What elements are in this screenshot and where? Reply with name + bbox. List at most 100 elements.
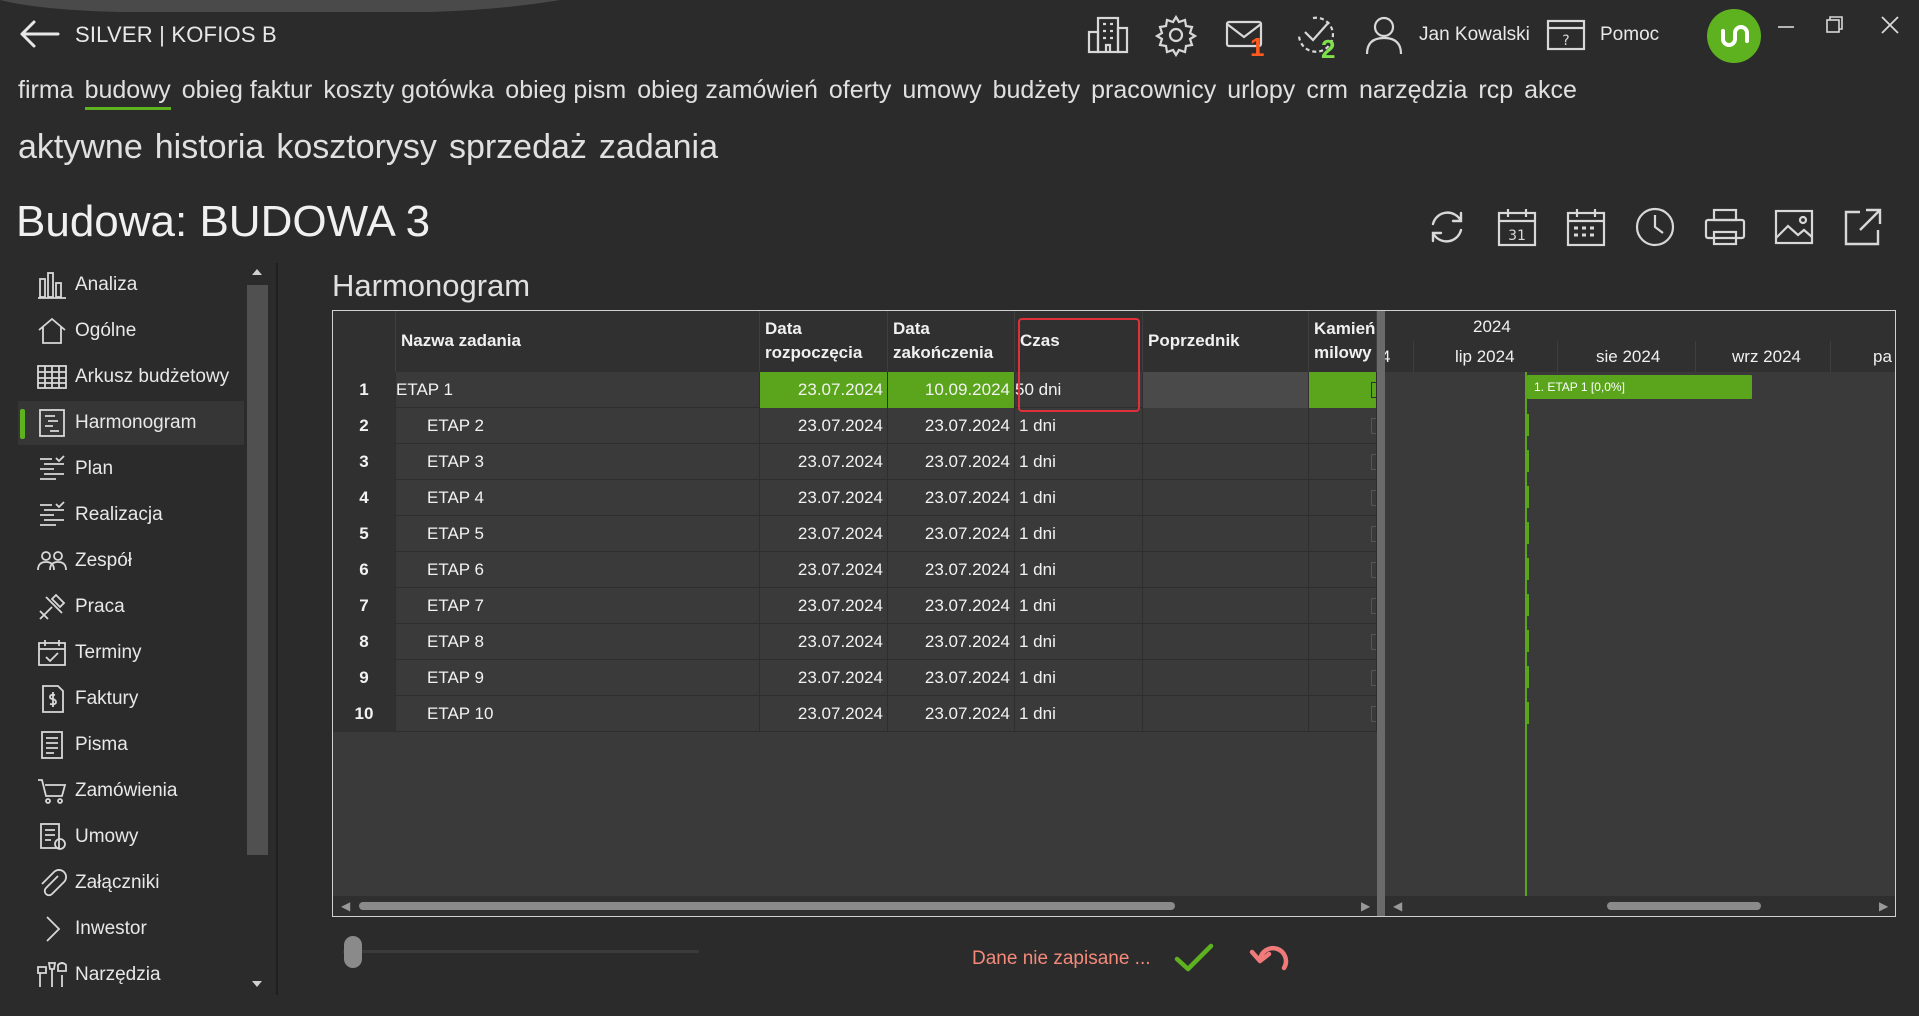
main-menu-item[interactable]: crm [1306, 76, 1348, 105]
undo-icon[interactable] [1248, 938, 1292, 978]
sidebar-item-plan[interactable]: Plan [18, 447, 244, 491]
table-row[interactable]: 6 ETAP 6 23.07.2024 23.07.2024 1 dni [333, 552, 1377, 588]
cell-no[interactable]: 1 [333, 372, 396, 408]
cell-end[interactable]: 23.07.2024 [888, 660, 1015, 696]
sidebar-item-harmonogram[interactable]: Harmonogram [18, 401, 244, 445]
sidebar-item-terminy[interactable]: Terminy [18, 631, 244, 675]
sidebar-item-inwestor[interactable]: Inwestor [18, 907, 244, 951]
gantt-task-marker[interactable] [1525, 702, 1529, 724]
cell-pred[interactable] [1143, 480, 1309, 516]
sidebar-item-umowy[interactable]: Umowy [18, 815, 244, 859]
cell-no[interactable]: 4 [333, 480, 396, 516]
header-start-date[interactable]: Data rozpoczęcia [760, 311, 888, 372]
cell-duration[interactable]: 1 dni [1015, 660, 1143, 696]
building-icon[interactable] [1085, 12, 1131, 58]
calendar-grid-icon[interactable] [1563, 204, 1609, 250]
zoom-slider-thumb[interactable] [344, 936, 362, 968]
table-hscroll-thumb[interactable] [359, 902, 1175, 910]
cell-name[interactable]: ETAP 5 [396, 516, 760, 552]
cell-duration[interactable]: 1 dni [1015, 696, 1143, 732]
main-menu-item[interactable]: obieg zamówień [637, 76, 818, 105]
cell-name[interactable]: ETAP 2 [396, 408, 760, 444]
main-menu-item[interactable]: umowy [902, 76, 981, 105]
save-check-icon[interactable] [1172, 938, 1216, 978]
image-icon[interactable] [1771, 204, 1817, 250]
cell-start[interactable]: 23.07.2024 [760, 444, 888, 480]
sidebar-item-ogólne[interactable]: Ogólne [18, 309, 244, 353]
main-menu-item[interactable]: firma [18, 76, 74, 105]
cell-pred[interactable] [1143, 588, 1309, 624]
gantt-scroll-left-icon[interactable]: ◀ [1393, 899, 1402, 913]
help-icon[interactable]: ? [1543, 12, 1589, 58]
main-menu-item[interactable]: akce [1524, 76, 1577, 105]
sidebar-item-praca[interactable]: Praca [18, 585, 244, 629]
cell-pred[interactable] [1143, 444, 1309, 480]
table-row[interactable]: 9 ETAP 9 23.07.2024 23.07.2024 1 dni [333, 660, 1377, 696]
cell-start[interactable]: 23.07.2024 [760, 408, 888, 444]
cell-start[interactable]: 23.07.2024 [760, 516, 888, 552]
gear-icon[interactable] [1153, 12, 1199, 58]
sidebar-item-arkusz-budżetowy[interactable]: Arkusz budżetowy [18, 355, 244, 399]
cell-end[interactable]: 10.09.2024 [888, 372, 1015, 408]
cell-name[interactable]: ETAP 1 [396, 372, 760, 408]
minimize-icon[interactable] [1768, 10, 1804, 40]
gantt-hscroll-thumb[interactable] [1607, 902, 1761, 910]
cell-no[interactable]: 3 [333, 444, 396, 480]
cell-pred[interactable] [1143, 660, 1309, 696]
cell-no[interactable]: 7 [333, 588, 396, 624]
cell-duration[interactable]: 1 dni [1015, 516, 1143, 552]
cell-end[interactable]: 23.07.2024 [888, 408, 1015, 444]
cell-start[interactable]: 23.07.2024 [760, 696, 888, 732]
sub-menu-item[interactable]: sprzedaż [449, 128, 587, 167]
cell-start[interactable]: 23.07.2024 [760, 552, 888, 588]
cell-start[interactable]: 23.07.2024 [760, 624, 888, 660]
sidebar-item-pisma[interactable]: Pisma [18, 723, 244, 767]
main-menu-item[interactable]: obieg pism [505, 76, 626, 105]
cell-no[interactable]: 5 [333, 516, 396, 552]
cell-duration[interactable]: 1 dni [1015, 624, 1143, 660]
main-menu-item[interactable]: oferty [829, 76, 892, 105]
close-icon[interactable] [1872, 10, 1908, 40]
cell-mile[interactable] [1309, 552, 1377, 588]
scroll-up-icon[interactable] [252, 269, 262, 275]
tasks-check-icon[interactable]: 2 [1293, 12, 1339, 64]
user-icon[interactable] [1361, 12, 1407, 58]
gantt-task-marker[interactable] [1525, 558, 1529, 580]
sidebar-scroll-thumb[interactable] [247, 285, 268, 855]
cell-pred[interactable] [1143, 516, 1309, 552]
cell-start[interactable]: 23.07.2024 [760, 372, 888, 408]
sidebar-item-załączniki[interactable]: Załączniki [18, 861, 244, 905]
cell-mile[interactable] [1309, 588, 1377, 624]
cell-mile[interactable] [1309, 444, 1377, 480]
header-milestone[interactable]: Kamień milowy [1309, 311, 1377, 372]
main-menu-item[interactable]: koszty gotówka [323, 76, 494, 105]
sidebar-item-analiza[interactable]: Analiza [18, 263, 244, 307]
cell-name[interactable]: ETAP 3 [396, 444, 760, 480]
gantt-hscrollbar[interactable]: ◀ ▶ [1385, 896, 1895, 916]
sidebar-item-zespół[interactable]: Zespół [18, 539, 244, 583]
cell-name[interactable]: ETAP 4 [396, 480, 760, 516]
cell-start[interactable]: 23.07.2024 [760, 480, 888, 516]
cell-name[interactable]: ETAP 7 [396, 588, 760, 624]
grid-splitter[interactable] [1377, 311, 1385, 916]
sidebar-item-faktury[interactable]: Faktury [18, 677, 244, 721]
cell-end[interactable]: 23.07.2024 [888, 588, 1015, 624]
header-end-date[interactable]: Data zakończenia [888, 311, 1015, 372]
header-task-name[interactable]: Nazwa zadania [396, 311, 760, 372]
scroll-down-icon[interactable] [252, 981, 262, 987]
sub-menu-item[interactable]: zadania [599, 128, 718, 167]
back-arrow-icon[interactable] [18, 18, 60, 50]
cell-no[interactable]: 8 [333, 624, 396, 660]
cell-duration[interactable]: 1 dni [1015, 480, 1143, 516]
table-row[interactable]: 2 ETAP 2 23.07.2024 23.07.2024 1 dni [333, 408, 1377, 444]
header-predecessor[interactable]: Poprzednik [1143, 311, 1309, 372]
cell-no[interactable]: 10 [333, 696, 396, 732]
cell-pred[interactable] [1143, 372, 1309, 408]
cell-end[interactable]: 23.07.2024 [888, 552, 1015, 588]
cell-start[interactable]: 23.07.2024 [760, 588, 888, 624]
scroll-left-icon[interactable]: ◀ [341, 899, 350, 913]
open-external-icon[interactable] [1840, 204, 1886, 250]
cell-end[interactable]: 23.07.2024 [888, 444, 1015, 480]
cell-name[interactable]: ETAP 9 [396, 660, 760, 696]
clock-icon[interactable] [1632, 204, 1678, 250]
